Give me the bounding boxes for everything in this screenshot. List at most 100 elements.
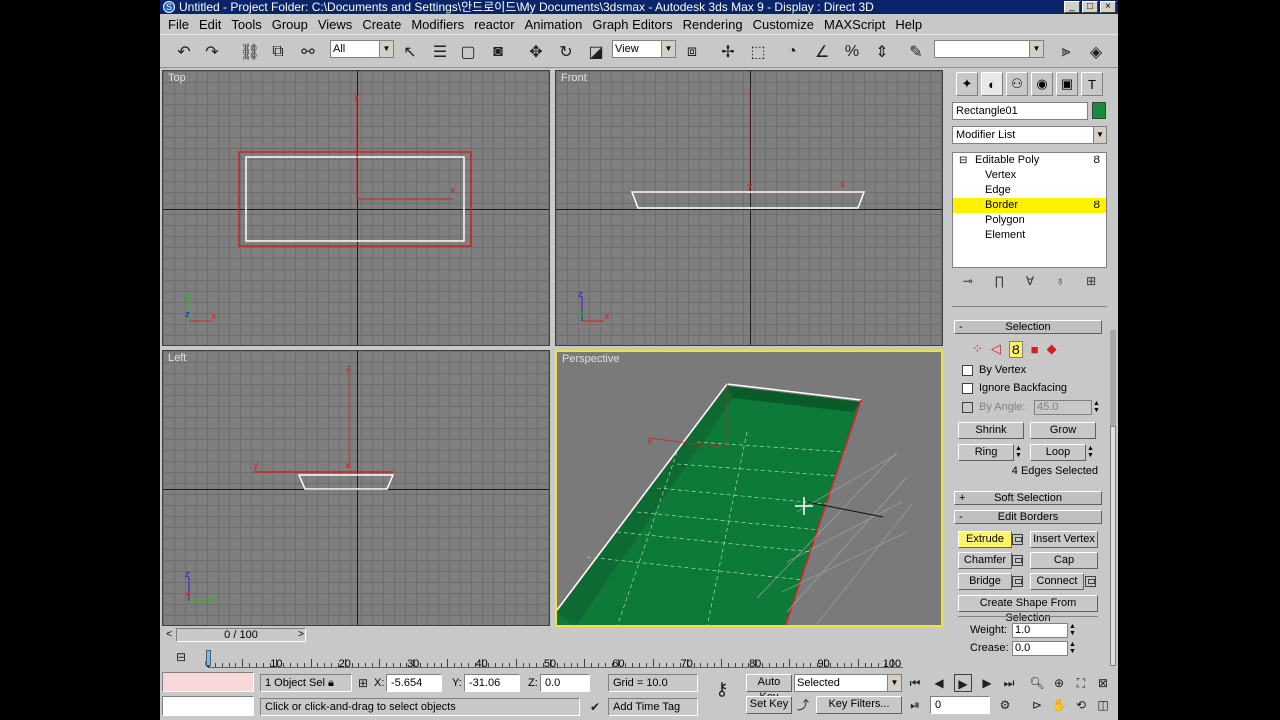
- stack-item-border[interactable]: Border Ȣ: [953, 198, 1106, 213]
- angle-snap-icon[interactable]: ∠: [810, 40, 834, 64]
- reference-coordinate-dropdown[interactable]: View ▼: [612, 40, 676, 58]
- edit-named-selection-icon[interactable]: ✎: [904, 40, 928, 64]
- menu-animation[interactable]: Animation: [525, 17, 583, 32]
- ring-spinner-icon[interactable]: ▲ ▼: [1014, 445, 1023, 460]
- stack-item-editable-poly[interactable]: Editable Poly Ȣ: [953, 153, 1106, 168]
- command-panel-scrollbar[interactable]: [1110, 330, 1116, 666]
- menu-views[interactable]: Views: [318, 17, 352, 32]
- maximize-button[interactable]: □: [1082, 1, 1098, 13]
- next-frame-icon[interactable]: ▶: [978, 674, 996, 692]
- bind-space-warp-icon[interactable]: ⚯: [296, 40, 320, 64]
- show-end-result-icon[interactable]: ∏: [994, 274, 1004, 294]
- scrollbar-thumb[interactable]: [1110, 426, 1116, 666]
- spinner-arrows-icon[interactable]: ▲ ▼: [1068, 623, 1077, 638]
- cap-button[interactable]: Cap: [1030, 552, 1098, 569]
- chamfer-settings-icon[interactable]: [1012, 555, 1023, 566]
- menu-customize[interactable]: Customize: [753, 17, 814, 32]
- connect-button[interactable]: Connect: [1030, 573, 1084, 590]
- menu-group[interactable]: Group: [272, 17, 308, 32]
- vertex-mode-icon[interactable]: ⁘: [972, 341, 983, 357]
- viewport-label[interactable]: Front: [561, 72, 587, 84]
- arc-rotate-icon[interactable]: ⟲: [1072, 696, 1090, 714]
- maxscript-output-field[interactable]: [162, 696, 254, 716]
- lightbulb-icon[interactable]: Ȣ: [1093, 198, 1100, 213]
- modify-tab-icon[interactable]: ◐: [981, 72, 1003, 96]
- lightbulb-icon[interactable]: Ȣ: [1093, 153, 1100, 168]
- maximize-viewport-icon[interactable]: ◫: [1094, 696, 1112, 714]
- add-time-tag-button[interactable]: Add Time Tag: [608, 698, 698, 716]
- key-icon[interactable]: ⚷: [708, 680, 736, 698]
- default-in-out-tangent-icon[interactable]: ⤴: [794, 696, 812, 714]
- extrude-settings-icon[interactable]: [1012, 534, 1023, 545]
- unlink-icon[interactable]: ⧉: [266, 40, 290, 64]
- remove-modifier-icon[interactable]: ♁: [1056, 274, 1065, 294]
- current-frame-marker[interactable]: [206, 650, 211, 666]
- weight-spinner[interactable]: 1.0: [1012, 623, 1068, 638]
- extrude-button[interactable]: Extrude: [958, 531, 1012, 548]
- z-coordinate-field[interactable]: 0.0: [540, 674, 590, 692]
- zoom-all-icon[interactable]: ⊕: [1050, 674, 1068, 692]
- loop-spinner-icon[interactable]: ▲ ▼: [1086, 445, 1095, 460]
- zoom-extents-all-icon[interactable]: ⊠: [1094, 674, 1112, 692]
- menu-maxscript[interactable]: MAXScript: [824, 17, 885, 32]
- edge-mode-icon[interactable]: ◁: [991, 341, 1001, 357]
- grow-button[interactable]: Grow: [1030, 422, 1096, 439]
- viewport-front[interactable]: Front y x y x z: [555, 70, 943, 346]
- viewport-left[interactable]: Left z y x x y z: [162, 350, 550, 626]
- y-coordinate-field[interactable]: -31.06: [464, 674, 520, 692]
- object-color-swatch[interactable]: [1092, 102, 1106, 119]
- modifier-list-dropdown[interactable]: Modifier List ▼: [952, 126, 1107, 144]
- timeline-ruler[interactable]: 0102030405060708090100: [205, 648, 903, 670]
- key-filters-button[interactable]: Key Filters...: [816, 696, 902, 714]
- hierarchy-tab-icon[interactable]: ⚇: [1006, 72, 1028, 96]
- insert-vertex-button[interactable]: Insert Vertex: [1030, 531, 1098, 548]
- chevron-right-icon[interactable]: >: [294, 628, 308, 642]
- undo-icon[interactable]: ↶: [172, 40, 196, 64]
- menu-file[interactable]: File: [168, 17, 189, 32]
- pan-view-icon[interactable]: ✋: [1050, 696, 1068, 714]
- edit-borders-rollout-header[interactable]: - Edit Borders: [954, 510, 1102, 524]
- rectangular-selection-icon[interactable]: ▢: [456, 40, 480, 64]
- border-mode-icon[interactable]: Ȣ: [1008, 340, 1023, 358]
- spinner-arrows-icon[interactable]: ▲ ▼: [1092, 400, 1101, 415]
- maxscript-listener-field[interactable]: [162, 672, 254, 692]
- close-button[interactable]: ×: [1100, 1, 1116, 13]
- zoom-icon[interactable]: 🔍︎: [1028, 674, 1046, 692]
- time-configuration-icon[interactable]: ⚙: [996, 696, 1014, 714]
- make-unique-icon[interactable]: ∀: [1026, 274, 1034, 294]
- pivot-center-icon[interactable]: ⧈: [680, 40, 704, 64]
- select-and-link-icon[interactable]: ⛓: [238, 40, 262, 64]
- select-and-scale-icon[interactable]: ◪: [584, 40, 608, 64]
- by-angle-spinner[interactable]: 45.0: [1034, 400, 1092, 415]
- x-coordinate-field[interactable]: -5.654: [386, 674, 442, 692]
- redo-icon[interactable]: ↷: [200, 40, 224, 64]
- object-name-field[interactable]: Rectangle01: [952, 102, 1088, 120]
- named-selection-dropdown[interactable]: ▼: [934, 40, 1044, 58]
- key-mode-toggle-icon[interactable]: ⏯: [906, 696, 924, 714]
- percent-snap-icon[interactable]: %: [840, 40, 864, 64]
- absolute-mode-toggle-icon[interactable]: ⊞: [354, 674, 372, 692]
- select-and-rotate-icon[interactable]: ↻: [554, 40, 578, 64]
- align-icon[interactable]: ◈: [1084, 40, 1108, 64]
- mini-curve-editor-icon[interactable]: ⊟: [172, 648, 190, 666]
- viewport-label[interactable]: Top: [168, 72, 186, 84]
- menu-create[interactable]: Create: [362, 17, 401, 32]
- auto-key-button[interactable]: Auto Key: [746, 674, 792, 703]
- select-and-move-icon[interactable]: ✥: [524, 40, 548, 64]
- motion-tab-icon[interactable]: ◉: [1031, 72, 1053, 96]
- menu-graph-editors[interactable]: Graph Editors: [592, 17, 672, 32]
- polygon-mode-icon[interactable]: ■: [1031, 342, 1039, 357]
- configure-modifier-sets-icon[interactable]: ⊞: [1086, 274, 1096, 294]
- select-object-icon[interactable]: ↖: [398, 40, 422, 64]
- select-by-name-icon[interactable]: ☰: [428, 40, 452, 64]
- create-tab-icon[interactable]: ✦: [956, 72, 978, 96]
- lock-icon[interactable]: 🔒︎: [328, 677, 334, 689]
- snap-toggle-icon[interactable]: ◔: [780, 40, 804, 64]
- zoom-extents-icon[interactable]: ⛶: [1072, 674, 1090, 692]
- go-to-end-icon[interactable]: ⏭: [1000, 674, 1018, 692]
- by-vertex-checkbox[interactable]: By Vertex: [962, 364, 1026, 376]
- selection-lock-icon[interactable]: ✔: [586, 698, 604, 716]
- set-key-button[interactable]: Set Key: [746, 696, 792, 714]
- connect-settings-icon[interactable]: [1085, 576, 1096, 587]
- viewport-label[interactable]: Perspective: [562, 353, 619, 365]
